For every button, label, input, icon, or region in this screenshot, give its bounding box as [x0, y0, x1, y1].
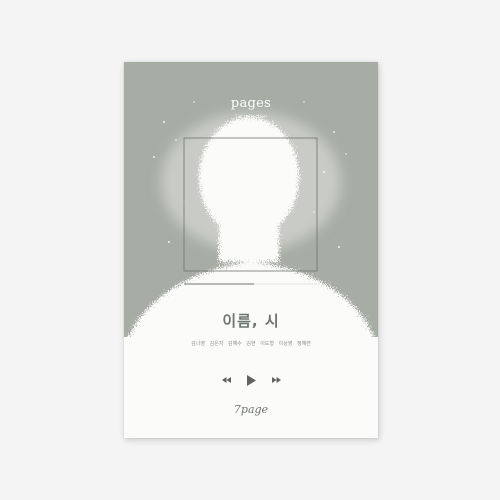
author-name: 김혜수 — [227, 341, 242, 347]
book-cover: pages 1st collection 이름, 시 김나영 김은지 김혜수 김… — [124, 62, 378, 438]
play-icon — [246, 374, 256, 386]
rewind-icon — [221, 377, 231, 383]
author-name: 김은지 — [209, 341, 224, 347]
author-list: 김나영 김은지 김혜수 김현 이도형 이상영 정혜련 — [124, 340, 378, 347]
author-name: 김나영 — [191, 341, 205, 347]
edition-label: 1st collection — [234, 114, 268, 119]
author-name: 김현 — [246, 341, 256, 347]
book-title: 이름, 시 — [222, 312, 280, 330]
series-name: pages — [230, 96, 272, 111]
author-name: 이상영 — [278, 341, 293, 347]
author-name: 정혜련 — [297, 341, 311, 347]
author-name: 이도형 — [260, 341, 274, 347]
player-controls — [124, 372, 378, 388]
fast-forward-icon — [271, 377, 281, 383]
publisher-logo: 7page — [233, 403, 269, 416]
